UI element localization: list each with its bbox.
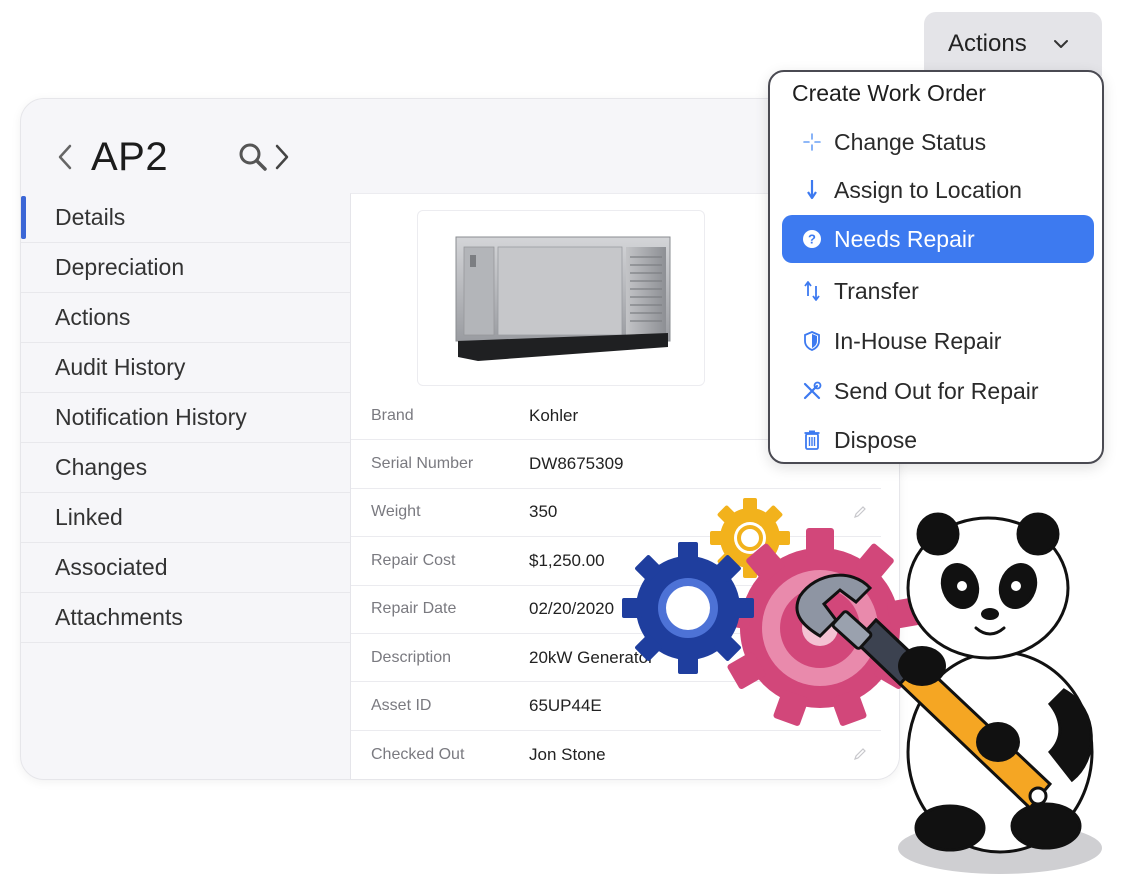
menu-item-label: Change Status (834, 128, 987, 155)
sidebar-item-associated[interactable]: Associated (21, 543, 351, 593)
sidebar-item-label: Changes (55, 454, 148, 480)
blue-gear-icon (622, 542, 754, 674)
sidebar-item-changes[interactable]: Changes (21, 443, 351, 493)
asset-title: AP2 (91, 134, 169, 179)
actions-menu: Create Work Order Change Status Assign t… (768, 70, 1104, 464)
generator-image (455, 236, 671, 361)
question-circle-icon: ? (802, 227, 822, 251)
field-label: Brand (371, 406, 414, 424)
sidebar-item-label: Depreciation (55, 254, 185, 280)
field-label: Serial Number (371, 455, 474, 473)
sidebar-item-notification-history[interactable]: Notification History (21, 393, 351, 443)
sidebar-item-label: Notification History (55, 404, 247, 430)
sidebar-item-label: Linked (55, 504, 123, 530)
actions-dropdown-button[interactable]: Actions (924, 12, 1102, 76)
sidebar-item-label: Associated (55, 554, 168, 580)
search-icon (239, 143, 267, 171)
menu-item-label: Transfer (834, 277, 919, 304)
field-value: 350 (529, 502, 558, 522)
sidebar-item-label: Attachments (55, 604, 183, 630)
asset-image (417, 210, 705, 386)
menu-item-label: In-House Repair (834, 327, 1002, 354)
trash-icon (802, 428, 822, 452)
panda-mascot-illustration (622, 498, 1102, 874)
sidebar-item-audit-history[interactable]: Audit History (21, 343, 351, 393)
sidebar-item-label: Actions (55, 304, 131, 330)
menu-item-transfer[interactable]: Transfer (782, 267, 1094, 315)
sidebar-item-details[interactable]: Details (21, 193, 351, 243)
menu-item-label: Send Out for Repair (834, 377, 1039, 404)
field-value: Kohler (529, 405, 579, 425)
field-label: Weight (371, 503, 421, 521)
chevron-left-icon (58, 144, 72, 170)
field-value: 02/20/2020 (529, 599, 615, 619)
menu-item-send-out-for-repair[interactable]: Send Out for Repair (782, 367, 1094, 415)
menu-item-change-status[interactable]: Change Status (782, 118, 1094, 166)
menu-item-needs-repair[interactable]: ? Needs Repair (782, 215, 1094, 263)
field-label: Repair Cost (371, 551, 456, 569)
sidebar-item-linked[interactable]: Linked (21, 493, 351, 543)
field-label: Description (371, 648, 452, 666)
field-value: $1,250.00 (529, 550, 605, 570)
asset-sidebar: Details Depreciation Actions Audit Histo… (21, 193, 351, 643)
menu-item-create-work-order[interactable]: Create Work Order (792, 80, 986, 107)
actions-button-label: Actions (948, 30, 1027, 57)
sparkle-icon (802, 130, 822, 154)
menu-item-dispose[interactable]: Dispose (782, 416, 1094, 464)
chevron-down-icon (1053, 40, 1068, 48)
menu-item-assign-to-location[interactable]: Assign to Location (782, 166, 1094, 214)
menu-item-label: Needs Repair (834, 225, 975, 252)
svg-text:?: ? (808, 232, 816, 247)
sidebar-item-label: Audit History (55, 354, 186, 380)
tools-icon (802, 379, 822, 403)
field-value: DW8675309 (529, 454, 624, 474)
shield-icon (802, 329, 822, 353)
search-button[interactable] (238, 142, 268, 172)
field-label: Asset ID (371, 697, 432, 715)
sidebar-item-depreciation[interactable]: Depreciation (21, 243, 351, 293)
asset-title-row: AP2 (53, 129, 292, 185)
sidebar-item-label: Details (55, 204, 126, 230)
chevron-right-icon (275, 144, 289, 170)
field-label: Repair Date (371, 600, 457, 618)
transfer-arrows-icon (802, 279, 822, 303)
field-value: 65UP44E (529, 696, 602, 716)
sidebar-item-actions[interactable]: Actions (21, 293, 351, 343)
menu-item-label: Assign to Location (834, 176, 1022, 203)
menu-item-label: Dispose (834, 426, 918, 453)
field-label: Checked Out (371, 745, 465, 763)
arrow-down-icon (802, 178, 822, 202)
menu-item-in-house-repair[interactable]: In-House Repair (782, 317, 1094, 365)
sidebar-item-attachments[interactable]: Attachments (21, 593, 351, 643)
field-value: Jon Stone (529, 744, 606, 764)
previous-asset-button[interactable] (53, 139, 77, 175)
next-asset-button[interactable] (274, 139, 292, 175)
